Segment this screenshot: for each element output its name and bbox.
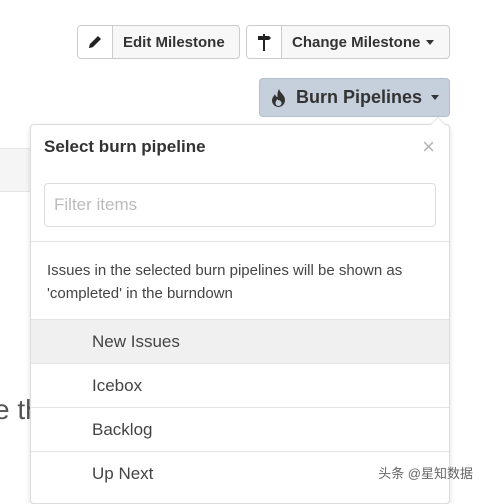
change-milestone-button[interactable]: Change Milestone: [246, 25, 450, 59]
filter-input[interactable]: [44, 183, 436, 227]
close-icon[interactable]: ×: [422, 136, 435, 158]
edit-milestone-label: Edit Milestone: [123, 33, 225, 51]
dropdown-header: Select burn pipeline ×: [31, 125, 449, 169]
chevron-down-icon: [426, 39, 435, 45]
pipeline-item-icebox[interactable]: Icebox: [31, 363, 449, 407]
dropdown-description: Issues in the selected burn pipelines wi…: [47, 262, 403, 302]
pipeline-item-new-issues[interactable]: New Issues: [31, 319, 449, 363]
filter-container: [31, 169, 449, 242]
pipeline-item-backlog[interactable]: Backlog: [31, 407, 449, 451]
change-milestone-label-wrap: Change Milestone: [282, 26, 445, 58]
edit-milestone-button[interactable]: Edit Milestone: [77, 25, 240, 59]
chevron-down-icon: [431, 95, 440, 100]
burn-pipelines-label: Burn Pipelines: [296, 87, 423, 107]
dropdown-pointer: [430, 117, 446, 125]
change-milestone-label: Change Milestone: [292, 33, 421, 51]
watermark: 头条 @星知数据: [378, 466, 473, 481]
pencil-icon: [78, 26, 113, 58]
burn-pipelines-button[interactable]: Burn Pipelines: [259, 78, 450, 117]
signpost-icon: [247, 26, 282, 58]
flame-icon: [271, 88, 286, 107]
dropdown-title: Select burn pipeline: [44, 137, 206, 156]
burn-pipeline-dropdown: Select burn pipeline × Issues in the sel…: [30, 117, 450, 504]
